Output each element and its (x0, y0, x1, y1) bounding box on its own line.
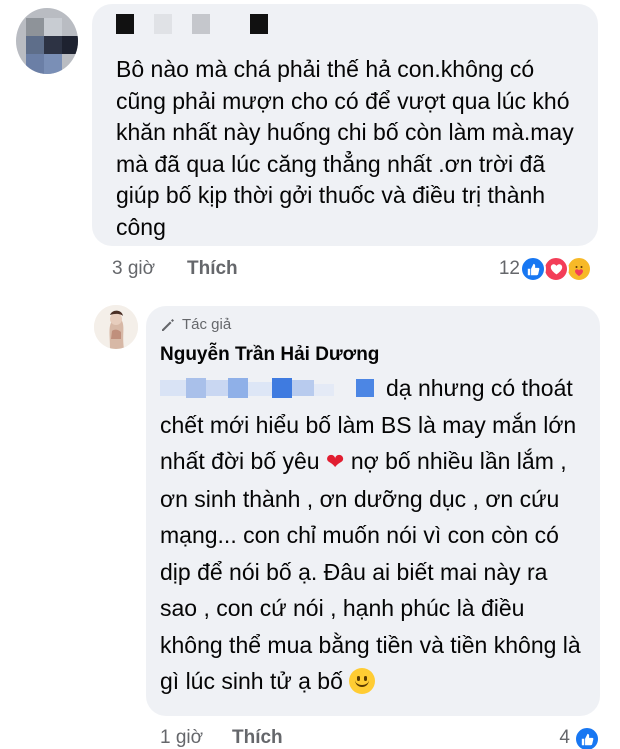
reply-actions: 1 giờ Thích 4 (160, 726, 602, 749)
reply-reaction-count[interactable]: 4 (559, 727, 570, 749)
smiley-icon (349, 668, 376, 694)
comment-actions: 3 giờ Thích 12 (112, 256, 602, 282)
reaction-count[interactable]: 12 (499, 258, 520, 280)
comment-bubble: Bô nào mà chá phải thế hả con.không có c… (92, 4, 598, 246)
reply-text-part2: nợ bố nhiều lần lắm , ơn sinh thành , ơn… (160, 448, 581, 694)
care-icon (566, 256, 592, 282)
reply-text: dạ nhưng có thoát chết mới hiểu bố làm B… (160, 370, 590, 700)
comment-thread: Bô nào mà chá phải thế hả con.không có c… (0, 0, 620, 749)
author-avatar[interactable] (94, 305, 138, 349)
pencil-icon (162, 318, 174, 331)
love-icon (543, 256, 569, 282)
author-photo-icon (94, 305, 138, 349)
comment-text: Bô nào mà chá phải thế hả con.không có c… (116, 56, 574, 240)
reaction-summary[interactable] (520, 256, 596, 282)
like-icon (574, 726, 600, 749)
author-badge: Tác giả (160, 316, 231, 333)
author-badge-label: Tác giả (182, 316, 232, 333)
commenter-name-redacted[interactable] (116, 14, 276, 36)
reply-like-button[interactable]: Thích (232, 727, 283, 749)
comment-timestamp[interactable]: 3 giờ (112, 258, 155, 280)
like-icon (520, 256, 546, 282)
commenter-avatar[interactable] (16, 8, 78, 74)
red-heart-icon: ❤ (325, 449, 345, 474)
reply-bubble: Tác giả Nguyễn Trần Hải Dương dạ nhưng c… (146, 306, 600, 716)
reply-timestamp[interactable]: 1 giờ (160, 727, 203, 749)
reply-reaction-summary[interactable] (574, 726, 600, 749)
like-button[interactable]: Thích (187, 258, 238, 280)
author-name[interactable]: Nguyễn Trần Hải Dương (160, 344, 379, 366)
